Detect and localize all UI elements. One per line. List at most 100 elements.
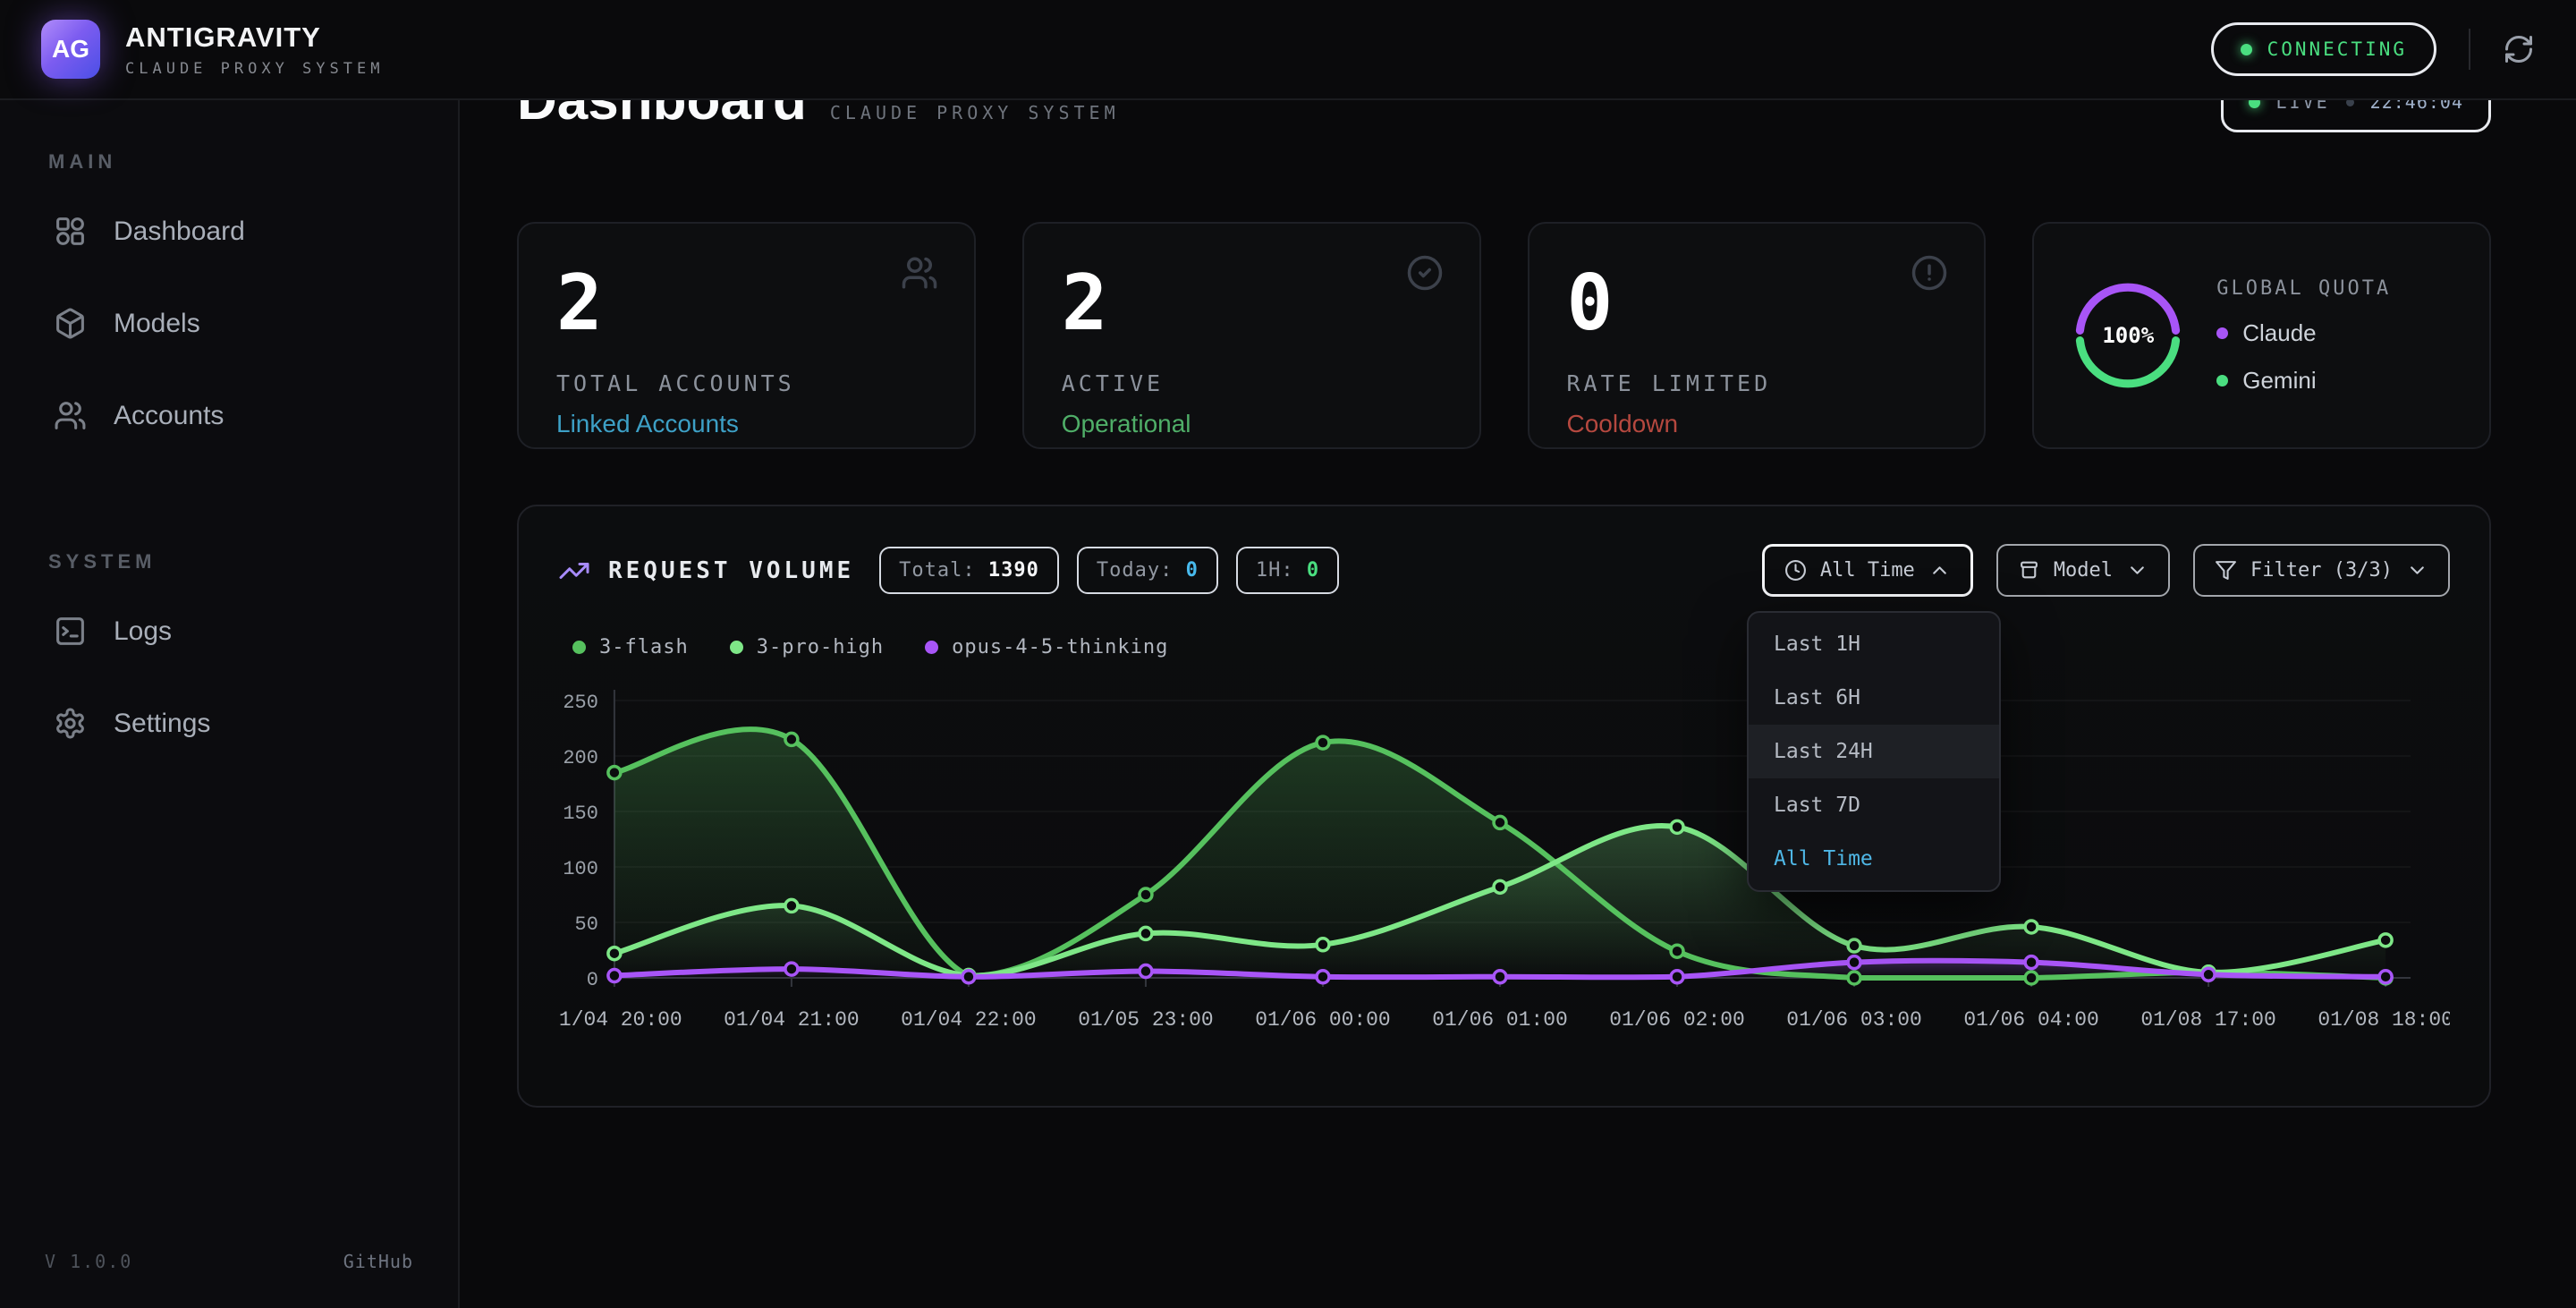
badge-value: 0	[1307, 559, 1319, 582]
total-badge: Total: 1390	[879, 547, 1059, 594]
alert-circle-icon	[1911, 254, 1948, 295]
legend-label: opus-4-5-thinking	[952, 636, 1168, 658]
request-volume-card: REQUEST VOLUME Total: 1390 Today: 0 1H: …	[517, 505, 2491, 1108]
funnel-icon	[2215, 559, 2237, 582]
svg-text:01/06 04:00: 01/06 04:00	[1963, 1008, 2098, 1032]
app-title: ANTIGRAVITY	[125, 21, 384, 54]
time-range-menu: Last 1H Last 6H Last 24H Last 7D All Tim…	[1747, 611, 2001, 892]
stat-value: 0	[1567, 265, 1947, 342]
stat-card-global-quota: 100% GLOBAL QUOTA Claude Gemini	[2032, 222, 2491, 449]
svg-text:01/06 00:00: 01/06 00:00	[1255, 1008, 1390, 1032]
series-dot	[572, 641, 586, 654]
gemini-dot	[2216, 375, 2228, 386]
svg-text:01/06 02:00: 01/06 02:00	[1609, 1008, 1744, 1032]
chart-title: REQUEST VOLUME	[608, 557, 854, 584]
svg-text:01/08 18:00: 01/08 18:00	[2318, 1008, 2450, 1032]
sidebar-item-label: Dashboard	[114, 217, 245, 247]
stat-sublabel: Operational	[1062, 410, 1442, 438]
archive-icon	[2018, 559, 2040, 582]
quota-legend-gemini: Gemini	[2216, 367, 2391, 395]
chevron-up-icon	[1928, 559, 1951, 582]
sidebar-section-main: MAIN	[48, 150, 424, 174]
legend-item-3-flash[interactable]: 3-flash	[572, 636, 689, 658]
sidebar-item-label: Accounts	[114, 401, 224, 431]
legend-item-3-pro-high[interactable]: 3-pro-high	[730, 636, 884, 658]
model-dropdown-button[interactable]: Model	[1996, 544, 2170, 597]
clock-icon	[1784, 559, 1807, 582]
status-dot	[2241, 44, 2252, 55]
menu-item-last-24h[interactable]: Last 24H	[1749, 725, 1999, 778]
sidebar-section-system: SYSTEM	[48, 550, 424, 573]
sidebar-item-dashboard[interactable]: Dashboard	[34, 197, 424, 266]
app-version: V 1.0.0	[45, 1251, 132, 1272]
stat-sublabel: Linked Accounts	[556, 410, 936, 438]
badge-value: 1390	[988, 559, 1039, 582]
chart-legend: 3-flash 3-pro-high opus-4-5-thinking	[558, 636, 2450, 658]
svg-text:01/08 17:00: 01/08 17:00	[2140, 1008, 2275, 1032]
svg-text:01/04 21:00: 01/04 21:00	[724, 1008, 859, 1032]
stat-label: TOTAL ACCOUNTS	[556, 370, 936, 396]
connection-status-badge: CONNECTING	[2211, 22, 2436, 76]
svg-text:150: 150	[563, 803, 598, 825]
stat-card-total-accounts: 2 TOTAL ACCOUNTS Linked Accounts	[517, 222, 976, 449]
stat-label: RATE LIMITED	[1567, 370, 1947, 396]
svg-text:01/04 22:00: 01/04 22:00	[901, 1008, 1036, 1032]
quota-legend-label: Claude	[2242, 319, 2316, 347]
sidebar-item-models[interactable]: Models	[34, 289, 424, 358]
svg-text:01/06 01:00: 01/06 01:00	[1432, 1008, 1567, 1032]
menu-item-all-time[interactable]: All Time	[1749, 832, 1999, 886]
badge-label: Today:	[1097, 559, 1173, 582]
sidebar-item-label: Models	[114, 309, 200, 339]
legend-label: 3-flash	[599, 636, 689, 658]
sidebar-item-logs[interactable]: Logs	[34, 597, 424, 666]
terminal-icon	[54, 615, 87, 648]
svg-text:250: 250	[563, 692, 598, 714]
menu-item-last-6h[interactable]: Last 6H	[1749, 671, 1999, 725]
claude-dot	[2216, 327, 2228, 339]
filter-dropdown-button[interactable]: Filter (3/3)	[2193, 544, 2450, 597]
filter-label: Filter (3/3)	[2250, 559, 2393, 582]
app-logo: AG	[41, 20, 100, 79]
box-icon	[54, 307, 87, 340]
stat-label: ACTIVE	[1062, 370, 1442, 396]
stat-card-active: 2 ACTIVE Operational	[1022, 222, 1481, 449]
series-dot	[925, 641, 938, 654]
github-link[interactable]: GitHub	[343, 1251, 413, 1272]
svg-text:01/05 23:00: 01/05 23:00	[1078, 1008, 1213, 1032]
series-dot	[730, 641, 743, 654]
sidebar-item-accounts[interactable]: Accounts	[34, 381, 424, 450]
svg-text:01/06 03:00: 01/06 03:00	[1786, 1008, 1921, 1032]
time-range-dropdown-button[interactable]: All Time	[1762, 544, 1973, 597]
status-text: CONNECTING	[2267, 38, 2407, 60]
request-volume-line-chart[interactable]: 05010015020025001/04 20:0001/04 21:0001/…	[558, 680, 2450, 1038]
menu-item-last-1h[interactable]: Last 1H	[1749, 617, 1999, 671]
check-circle-icon	[1406, 254, 1444, 295]
divider	[2469, 29, 2470, 70]
topbar: AG ANTIGRAVITY CLAUDE PROXY SYSTEM CONNE…	[0, 0, 2576, 100]
app-subtitle: CLAUDE PROXY SYSTEM	[125, 60, 384, 78]
model-label: Model	[2054, 559, 2113, 582]
menu-item-last-7d[interactable]: Last 7D	[1749, 778, 1999, 832]
svg-text:50: 50	[575, 913, 598, 936]
refresh-icon	[2503, 33, 2535, 65]
stat-card-rate-limited: 0 RATE LIMITED Cooldown	[1528, 222, 1987, 449]
refresh-button[interactable]	[2503, 33, 2535, 65]
sidebar: MAIN Dashboard Models Accounts SYSTEM L	[0, 100, 460, 1308]
badge-label: Total:	[899, 559, 975, 582]
gear-icon	[54, 707, 87, 740]
stat-sublabel: Cooldown	[1567, 410, 1947, 438]
svg-text:100: 100	[563, 858, 598, 880]
quota-legend-claude: Claude	[2216, 319, 2391, 347]
sidebar-item-settings[interactable]: Settings	[34, 689, 424, 758]
one-hour-badge: 1H: 0	[1236, 547, 1339, 594]
brand: AG ANTIGRAVITY CLAUDE PROXY SYSTEM	[41, 20, 384, 79]
badge-label: 1H:	[1256, 559, 1294, 582]
svg-text:0: 0	[587, 969, 598, 991]
page-subtitle: CLAUDE PROXY SYSTEM	[830, 102, 1120, 123]
legend-label: 3-pro-high	[757, 636, 884, 658]
legend-item-opus-4-5-thinking[interactable]: opus-4-5-thinking	[925, 636, 1168, 658]
grid-icon	[54, 215, 87, 248]
stat-value: 2	[556, 265, 936, 342]
quota-percent: 100%	[2072, 279, 2184, 392]
quota-legend-label: Gemini	[2242, 367, 2316, 395]
